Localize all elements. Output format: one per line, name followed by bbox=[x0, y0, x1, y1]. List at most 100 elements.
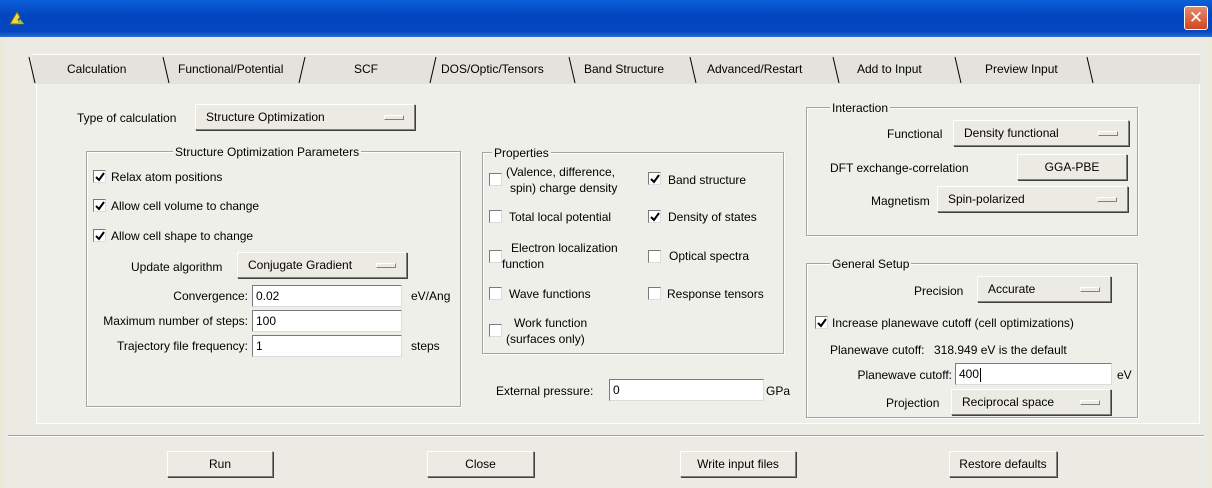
dropdown-indicator-icon bbox=[1097, 197, 1117, 202]
optical-spectra-checkbox[interactable] bbox=[648, 250, 661, 263]
update-algorithm-dropdown[interactable]: Conjugate Gradient bbox=[237, 252, 407, 278]
increase-cutoff-label: Increase planewave cutoff (cell optimiza… bbox=[832, 316, 1074, 330]
calculation-type-label: Type of calculation bbox=[77, 111, 177, 125]
cell-shape-checkbox[interactable] bbox=[93, 229, 106, 242]
wave-functions-checkbox[interactable] bbox=[489, 287, 502, 300]
external-pressure-label: External pressure: bbox=[496, 384, 594, 398]
properties-title: Properties bbox=[492, 146, 551, 160]
convergence-unit: eV/Ang bbox=[411, 289, 451, 303]
magnetism-value: Spin-polarized bbox=[948, 192, 1025, 206]
tab-separator bbox=[160, 56, 172, 84]
dropdown-indicator-icon bbox=[1080, 400, 1100, 405]
density-of-states-label: Density of states bbox=[668, 210, 757, 224]
calculation-type-value: Structure Optimization bbox=[206, 110, 325, 124]
text-cursor bbox=[980, 367, 982, 382]
response-tensors-checkbox[interactable] bbox=[648, 287, 661, 300]
electron-localization-label-line1: Electron localization bbox=[511, 241, 618, 255]
restore-defaults-button[interactable]: Restore defaults bbox=[949, 451, 1057, 477]
cell-volume-checkbox[interactable] bbox=[93, 199, 106, 212]
tab-band-structure[interactable]: Band Structure bbox=[584, 60, 664, 80]
work-function-label-line1: Work function bbox=[514, 316, 588, 330]
planewave-cutoff-input[interactable]: 400 bbox=[955, 363, 1112, 385]
dropdown-indicator-icon bbox=[376, 263, 396, 268]
convergence-label: Convergence: bbox=[173, 289, 248, 303]
exchange-correlation-label: DFT exchange-correlation bbox=[830, 161, 969, 175]
charge-density-label-line1: (Valence, difference, bbox=[506, 165, 615, 179]
projection-value: Reciprocal space bbox=[962, 395, 1055, 409]
app-logo-icon bbox=[8, 10, 26, 26]
external-pressure-unit: GPa bbox=[766, 384, 791, 398]
response-tensors-label: Response tensors bbox=[667, 287, 764, 301]
structure-optimization-group bbox=[86, 151, 461, 407]
local-potential-checkbox[interactable] bbox=[489, 210, 502, 223]
trajectory-frequency-input[interactable]: 1 bbox=[252, 335, 402, 357]
max-steps-input[interactable]: 100 bbox=[252, 310, 402, 332]
tab-separator bbox=[296, 56, 308, 84]
tab-calculation[interactable]: Calculation bbox=[67, 60, 126, 80]
tab-advanced-restart[interactable]: Advanced/Restart bbox=[707, 60, 802, 80]
tab-separator bbox=[830, 56, 842, 84]
title-bar: ✕ bbox=[0, 0, 1212, 37]
tab-add-to-input[interactable]: Add to Input bbox=[857, 60, 922, 80]
tab-dos-optic-tensors[interactable]: DOS/Optic/Tensors bbox=[441, 60, 544, 80]
projection-label: Projection bbox=[886, 396, 940, 410]
cell-volume-label: Allow cell volume to change bbox=[111, 199, 260, 213]
precision-dropdown[interactable]: Accurate bbox=[977, 276, 1111, 302]
default-cutoff-label: Planewave cutoff: bbox=[830, 343, 925, 357]
run-button[interactable]: Run bbox=[167, 451, 273, 477]
exchange-correlation-button[interactable]: GGA-PBE bbox=[1017, 154, 1127, 180]
default-cutoff-text: 318.949 eV is the default bbox=[934, 343, 1067, 357]
tab-functional-potential[interactable]: Functional/Potential bbox=[178, 60, 283, 80]
tab-separator bbox=[566, 56, 578, 84]
planewave-cutoff-unit: eV bbox=[1117, 368, 1132, 382]
work-function-checkbox[interactable] bbox=[489, 324, 502, 337]
close-button[interactable]: Close bbox=[427, 451, 534, 477]
electron-localization-label-line2: function bbox=[502, 257, 545, 271]
tab-preview-input[interactable]: Preview Input bbox=[985, 60, 1058, 80]
electron-localization-checkbox[interactable] bbox=[489, 250, 502, 263]
button-separator bbox=[8, 435, 1204, 437]
magnetism-dropdown[interactable]: Spin-polarized bbox=[937, 186, 1128, 212]
precision-label: Precision bbox=[914, 284, 964, 298]
functional-dropdown[interactable]: Density functional bbox=[953, 120, 1129, 146]
close-window-button[interactable]: ✕ bbox=[1184, 6, 1208, 30]
structure-optimization-title: Structure Optimization Parameters bbox=[173, 145, 362, 159]
max-steps-label: Maximum number of steps: bbox=[103, 314, 248, 328]
cell-shape-label: Allow cell shape to change bbox=[111, 229, 254, 243]
tab-scf[interactable]: SCF bbox=[354, 60, 378, 80]
band-structure-label: Band structure bbox=[668, 173, 747, 187]
charge-density-label-line2: spin) charge density bbox=[510, 181, 618, 195]
magnetism-label: Magnetism bbox=[871, 194, 930, 208]
local-potential-label: Total local potential bbox=[509, 210, 612, 224]
dropdown-indicator-icon bbox=[1080, 287, 1100, 292]
tab-separator bbox=[687, 56, 699, 84]
update-algorithm-label: Update algorithm bbox=[131, 260, 223, 274]
external-pressure-input[interactable]: 0 bbox=[609, 379, 764, 401]
functional-value: Density functional bbox=[964, 126, 1059, 140]
density-of-states-checkbox[interactable] bbox=[648, 210, 661, 223]
trajectory-frequency-label: Trajectory file frequency: bbox=[117, 339, 248, 353]
relax-atoms-checkbox[interactable] bbox=[93, 170, 106, 183]
dropdown-indicator-icon bbox=[384, 115, 404, 120]
write-input-files-button[interactable]: Write input files bbox=[680, 451, 796, 477]
planewave-cutoff-label: Planewave cutoff: bbox=[857, 368, 952, 382]
wave-functions-label: Wave functions bbox=[509, 287, 591, 301]
charge-density-checkbox[interactable] bbox=[489, 173, 502, 186]
work-function-label-line2: (surfaces only) bbox=[506, 332, 585, 346]
calculation-type-dropdown[interactable]: Structure Optimization bbox=[195, 104, 415, 130]
tab-separator bbox=[1084, 56, 1096, 84]
band-structure-checkbox[interactable] bbox=[648, 172, 661, 185]
increase-cutoff-checkbox[interactable] bbox=[815, 316, 828, 329]
tab-separator bbox=[427, 56, 439, 84]
tab-separator bbox=[952, 56, 964, 84]
optical-spectra-label: Optical spectra bbox=[669, 249, 750, 263]
projection-dropdown[interactable]: Reciprocal space bbox=[951, 389, 1111, 415]
functional-label: Functional bbox=[887, 127, 943, 141]
trajectory-frequency-unit: steps bbox=[411, 339, 440, 353]
tab-separator bbox=[26, 56, 38, 84]
update-algorithm-value: Conjugate Gradient bbox=[248, 258, 353, 272]
relax-atoms-label: Relax atom positions bbox=[111, 170, 223, 184]
convergence-input[interactable]: 0.02 bbox=[252, 285, 402, 307]
dropdown-indicator-icon bbox=[1098, 131, 1118, 136]
general-setup-title: General Setup bbox=[830, 257, 912, 271]
